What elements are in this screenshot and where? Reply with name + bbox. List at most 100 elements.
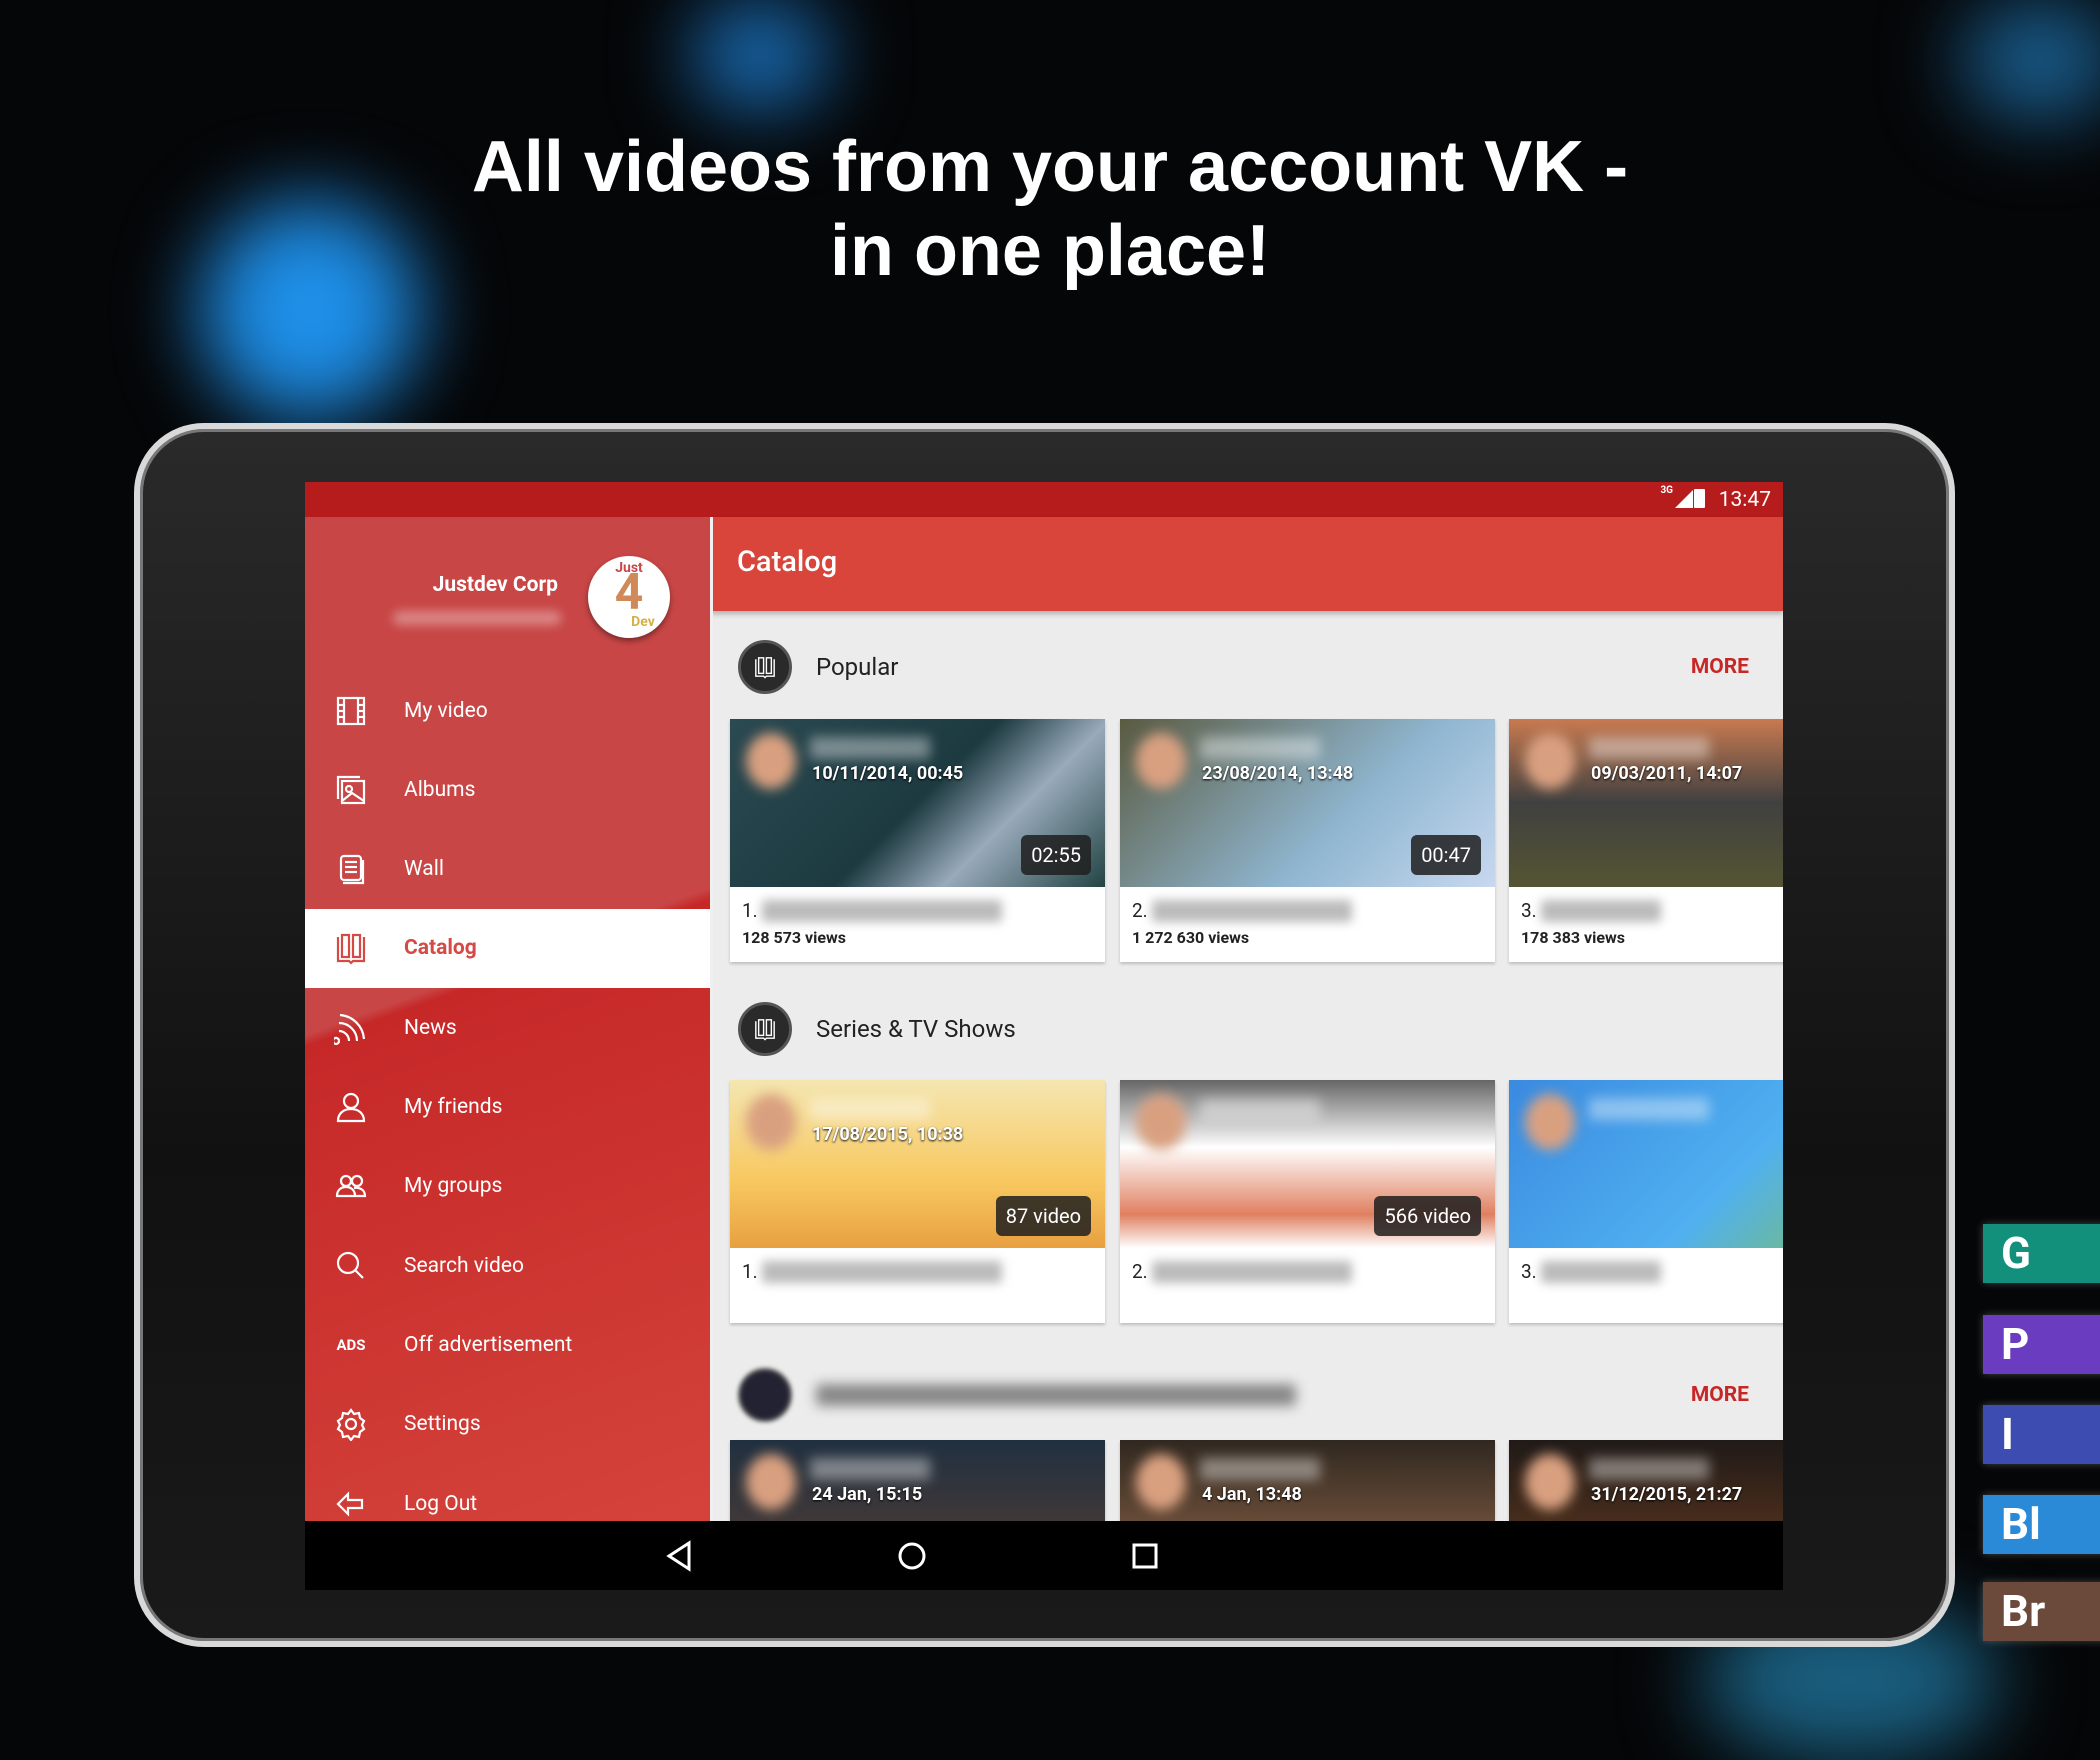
person-icon	[333, 1089, 369, 1125]
side-tag: Br	[1983, 1582, 2100, 1641]
sidebar-item-my-friends[interactable]: My friends	[305, 1068, 710, 1147]
video-card[interactable]: 1 2 3.	[1509, 1080, 1783, 1323]
side-tag: I	[1983, 1405, 2100, 1464]
sidebar-item-catalog[interactable]: Catalog	[305, 908, 710, 988]
section-title: Popular	[816, 653, 899, 681]
catalog-book-icon	[333, 930, 369, 966]
video-thumbnail[interactable]: 17/08/2015, 10:38 87 video	[730, 1080, 1105, 1248]
video-thumbnail[interactable]: 566 video	[1120, 1080, 1495, 1248]
video-card[interactable]: 10/11/2014, 00:45 02:55 1. 128 573 views	[730, 719, 1105, 962]
sidebar-item-label: News	[404, 1015, 457, 1040]
bokeh-light	[1960, 0, 2100, 120]
owner-avatar	[746, 733, 796, 789]
view-count: 178 383 views	[1521, 928, 1625, 947]
status-bar: 3G 13:47	[305, 482, 1783, 517]
catalog-book-icon	[738, 640, 792, 694]
card-index: 2.	[1132, 1260, 1148, 1283]
video-thumbnail[interactable]: 1 2	[1509, 1080, 1783, 1248]
card-info: 1.	[730, 1248, 1105, 1323]
owner-avatar	[746, 1454, 796, 1510]
home-icon[interactable]	[895, 1539, 929, 1573]
owner-name-blurred	[810, 1458, 930, 1480]
sidebar-item-wall[interactable]: Wall	[305, 830, 710, 909]
more-button[interactable]: MORE	[1691, 655, 1749, 679]
video-thumbnail[interactable]: 10/11/2014, 00:45 02:55	[730, 719, 1105, 887]
side-tag: Bl	[1983, 1495, 2100, 1554]
video-date: 10/11/2014, 00:45	[812, 763, 964, 784]
card-index: 1.	[742, 1260, 758, 1283]
side-tag: P	[1983, 1315, 2100, 1374]
section-header: MORE	[730, 1367, 1783, 1423]
sidebar-item-label: My groups	[404, 1174, 503, 1199]
owner-name-blurred	[1589, 1098, 1709, 1120]
sidebar-item-off-advertisement[interactable]: ADS Off advertisement	[305, 1305, 710, 1384]
user-name: Justdev Corp	[432, 573, 558, 597]
sidebar-item-my-video[interactable]: My video	[305, 671, 710, 750]
title-blurred	[761, 899, 1002, 922]
sidebar-item-settings[interactable]: Settings	[305, 1385, 710, 1464]
video-card[interactable]: 566 video 2.	[1120, 1080, 1495, 1323]
device-screen: 3G 13:47 Catalog Popular MORE 10/11/2014,…	[305, 482, 1783, 1590]
view-count: 1 272 630 views	[1132, 928, 1250, 947]
owner-name-blurred	[1200, 1098, 1320, 1120]
video-card[interactable]: 17/08/2015, 10:38 87 video 1.	[730, 1080, 1105, 1323]
owner-name-blurred	[1200, 1458, 1320, 1480]
system-nav-bar	[305, 1521, 1783, 1590]
card-info: 2. 1 272 630 views	[1120, 887, 1495, 962]
app-toolbar: Catalog	[710, 517, 1783, 611]
owner-avatar	[1525, 733, 1575, 789]
video-thumbnail[interactable]: 09/03/2011, 14:07	[1509, 719, 1783, 887]
owner-avatar	[1525, 1454, 1575, 1510]
section-header: Series & TV Shows	[730, 1001, 1783, 1057]
sidebar-item-albums[interactable]: Albums	[305, 750, 710, 829]
page-title: Catalog	[737, 545, 838, 579]
card-index: 3.	[1521, 1260, 1537, 1283]
gear-icon	[333, 1406, 369, 1442]
avatar[interactable]: Just 4 Dev	[588, 556, 670, 638]
sidebar-item-label: Albums	[404, 777, 476, 802]
video-date: 17/08/2015, 10:38	[812, 1124, 964, 1145]
sidebar-item-label: Log Out	[404, 1491, 478, 1516]
group-icon	[333, 1168, 369, 1204]
card-index: 3.	[1521, 899, 1537, 922]
headline-line-1: All videos from your account VK -	[471, 127, 1629, 207]
title-blurred	[761, 1260, 1002, 1283]
video-card[interactable]: 09/03/2011, 14:07 3. 178 383 views	[1509, 719, 1783, 962]
video-date: 23/08/2014, 13:48	[1202, 763, 1354, 784]
back-icon[interactable]	[663, 1539, 697, 1573]
video-date: 4 Jan, 13:48	[1202, 1484, 1302, 1505]
card-index: 2.	[1132, 899, 1148, 922]
battery-icon	[1694, 489, 1705, 508]
user-subtitle-blurred	[393, 611, 561, 625]
sidebar-item-label: My friends	[404, 1095, 503, 1119]
duration-badge: 02:55	[1021, 835, 1091, 875]
sidebar-item-log-out[interactable]: Log Out	[305, 1464, 710, 1521]
view-count: 128 573 views	[742, 928, 846, 947]
sidebar-item-label: Search video	[404, 1253, 524, 1278]
sidebar-item-news[interactable]: News	[305, 988, 710, 1067]
sidebar-item-search-video[interactable]: Search video	[305, 1226, 710, 1305]
section-title-blurred	[816, 1384, 1296, 1406]
more-button[interactable]: MORE	[1691, 1383, 1749, 1407]
card-info: 2.	[1120, 1248, 1495, 1323]
title-blurred	[1540, 1260, 1661, 1283]
owner-avatar	[1525, 1094, 1575, 1150]
logo-text: Dev	[631, 614, 655, 630]
video-count-badge: 87 video	[995, 1196, 1091, 1236]
sidebar-item-my-groups[interactable]: My groups	[305, 1147, 710, 1226]
catalog-book-icon	[738, 1002, 792, 1056]
owner-avatar	[1136, 1094, 1186, 1150]
sidebar-item-label: My video	[404, 698, 488, 723]
navigation-drawer: Justdev Corp Just 4 Dev My video Albums Wa…	[305, 517, 710, 1521]
video-date: 24 Jan, 15:15	[812, 1484, 923, 1505]
promo-headline: All videos from your account VK - in one…	[0, 125, 2100, 293]
sidebar-item-label: Wall	[404, 857, 444, 882]
ads-icon: ADS	[336, 1335, 366, 1354]
recents-icon[interactable]	[1128, 1539, 1162, 1573]
owner-name-blurred	[810, 1098, 930, 1120]
video-thumbnail[interactable]: 23/08/2014, 13:48 00:47	[1120, 719, 1495, 887]
video-card[interactable]: 23/08/2014, 13:48 00:47 2. 1 272 630 views	[1120, 719, 1495, 962]
wall-icon	[333, 851, 369, 887]
owner-name-blurred	[1589, 737, 1709, 759]
film-icon	[333, 693, 369, 729]
